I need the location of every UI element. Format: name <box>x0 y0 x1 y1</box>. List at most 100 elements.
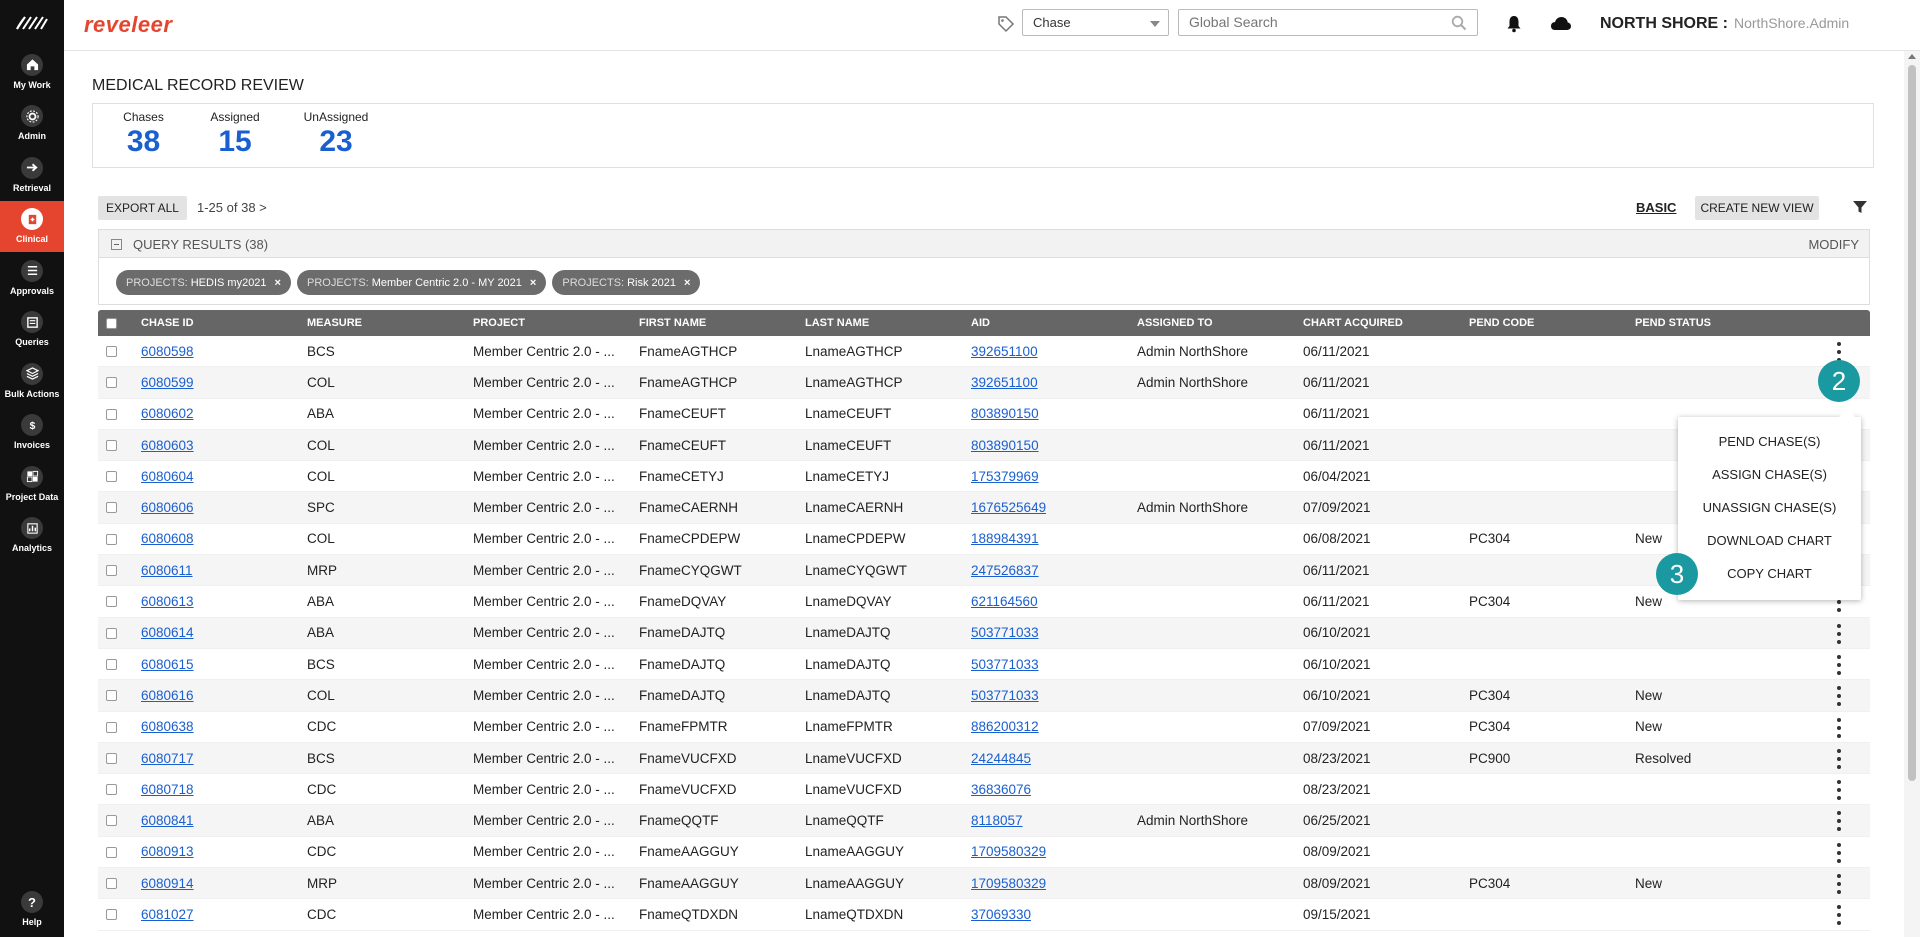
select-all-checkbox[interactable] <box>106 318 117 329</box>
search-icon[interactable] <box>1451 15 1467 31</box>
stat-unassigned[interactable]: UnAssigned 23 <box>301 110 371 159</box>
row-checkbox[interactable] <box>106 815 117 827</box>
modify-query-button[interactable]: MODIFY <box>1808 237 1859 252</box>
cell-aid[interactable]: 1709580329 <box>971 837 1046 867</box>
row-checkbox[interactable] <box>106 377 117 389</box>
chip-remove-icon[interactable]: × <box>530 277 536 289</box>
sidebar-item-invoices[interactable]: $ Invoices <box>0 407 64 459</box>
brand-logo[interactable]: reveleer <box>84 12 172 38</box>
more-actions-icon[interactable] <box>1836 874 1842 895</box>
row-checkbox[interactable] <box>106 878 117 890</box>
bell-icon[interactable] <box>1506 15 1522 33</box>
cell-chase-id[interactable]: 6080598 <box>141 336 194 366</box>
filter-chip[interactable]: PROJECTS: Risk 2021 × <box>552 270 701 295</box>
menu-item-assign-chase-s[interactable]: ASSIGN CHASE(S) <box>1678 458 1861 491</box>
row-checkbox[interactable] <box>106 752 117 764</box>
table-row[interactable]: 6080717 BCS Member Centric 2.0 - ... FnameV… <box>98 742 1870 775</box>
cell-chase-id[interactable]: 6080841 <box>141 805 194 835</box>
table-row[interactable]: 6080913 CDC Member Centric 2.0 - ... FnameA… <box>98 837 1870 869</box>
table-row[interactable]: 6080603 COL Member Centric 2.0 - ... FnameC… <box>98 429 1870 462</box>
global-search-input[interactable] <box>1189 14 1429 30</box>
row-checkbox[interactable] <box>106 346 117 357</box>
table-row[interactable]: 6080611 MRP Member Centric 2.0 - ... FnameC… <box>98 555 1870 587</box>
sidebar-item-project-data[interactable]: Project Data <box>0 458 64 510</box>
column-header-pend-code[interactable]: PEND CODE <box>1469 310 1534 336</box>
row-checkbox[interactable] <box>106 596 117 608</box>
scroll-up-icon[interactable] <box>1908 54 1916 59</box>
filter-icon[interactable] <box>1852 199 1868 215</box>
row-checkbox[interactable] <box>106 471 117 483</box>
menu-item-download-chart[interactable]: DOWNLOAD CHART <box>1678 524 1861 557</box>
cell-chase-id[interactable]: 6080599 <box>141 367 194 397</box>
search-type-select[interactable]: Chase <box>1022 9 1169 36</box>
column-header-chase-id[interactable]: CHASE ID <box>141 310 194 336</box>
cell-chase-id[interactable]: 6080603 <box>141 430 194 460</box>
table-row[interactable]: 6080615 BCS Member Centric 2.0 - ... FnameD… <box>98 649 1870 681</box>
sidebar-item-approvals[interactable]: Approvals <box>0 252 64 304</box>
app-logo-icon[interactable] <box>0 0 64 46</box>
pagination[interactable]: 1-25 of 38 > <box>197 200 267 215</box>
row-checkbox[interactable] <box>106 784 117 796</box>
more-actions-icon[interactable] <box>1836 342 1842 362</box>
table-row[interactable]: 6080718 CDC Member Centric 2.0 - ... FnameV… <box>98 774 1870 806</box>
scroll-thumb[interactable] <box>1908 65 1916 781</box>
cell-chase-id[interactable]: 6081027 <box>141 899 194 929</box>
sidebar-item-queries[interactable]: Queries <box>0 304 64 356</box>
cloud-icon[interactable] <box>1550 15 1572 33</box>
cell-aid[interactable]: 188984391 <box>971 524 1039 554</box>
table-row[interactable]: 6080604 COL Member Centric 2.0 - ... FnameC… <box>98 461 1870 493</box>
export-all-button[interactable]: EXPORT ALL <box>98 196 187 220</box>
row-checkbox[interactable] <box>106 721 117 733</box>
row-checkbox[interactable] <box>106 846 117 858</box>
org-user-label[interactable]: NORTH SHORE : NorthShore.Admin <box>1600 15 1849 33</box>
chip-remove-icon[interactable]: × <box>275 277 281 289</box>
table-row[interactable]: 6080638 CDC Member Centric 2.0 - ... FnameF… <box>98 712 1870 743</box>
row-checkbox[interactable] <box>106 408 117 420</box>
cell-chase-id[interactable]: 6080616 <box>141 680 194 710</box>
column-header-aid[interactable]: AID <box>971 310 990 336</box>
table-row[interactable]: 6081027 CDC Member Centric 2.0 - ... FnameQ… <box>98 899 1870 931</box>
cell-aid[interactable]: 36836076 <box>971 774 1031 804</box>
sidebar-item-clinical[interactable]: Clinical <box>0 200 64 252</box>
column-header-assigned-to[interactable]: ASSIGNED TO <box>1137 310 1213 336</box>
column-header-pend-status[interactable]: PEND STATUS <box>1635 310 1711 336</box>
basic-view-link[interactable]: BASIC <box>1636 200 1676 215</box>
more-actions-icon[interactable] <box>1836 748 1842 769</box>
table-row[interactable]: 6080616 COL Member Centric 2.0 - ... FnameD… <box>98 680 1870 712</box>
vertical-scrollbar[interactable] <box>1904 51 1920 937</box>
more-actions-icon[interactable] <box>1836 842 1842 863</box>
cell-chase-id[interactable]: 6080608 <box>141 524 194 554</box>
table-row[interactable]: 6080613 ABA Member Centric 2.0 - ... FnameD… <box>98 586 1870 618</box>
more-actions-icon[interactable] <box>1836 811 1842 832</box>
more-actions-icon[interactable] <box>1836 717 1842 738</box>
chip-remove-icon[interactable]: × <box>684 277 690 289</box>
column-header-measure[interactable]: MEASURE <box>307 310 362 336</box>
cell-chase-id[interactable]: 6080611 <box>141 555 193 585</box>
sidebar-item-bulk-actions[interactable]: Bulk Actions <box>0 355 64 407</box>
row-checkbox[interactable] <box>106 439 117 451</box>
cell-chase-id[interactable]: 6080717 <box>141 743 194 773</box>
more-actions-icon[interactable] <box>1836 905 1842 926</box>
cell-chase-id[interactable]: 6080606 <box>141 492 194 522</box>
cell-aid[interactable]: 392651100 <box>971 367 1038 397</box>
more-actions-icon[interactable] <box>1836 780 1842 801</box>
cell-aid[interactable]: 8118057 <box>971 805 1023 835</box>
cell-chase-id[interactable]: 6080615 <box>141 649 194 679</box>
cell-aid[interactable]: 175379969 <box>971 461 1039 491</box>
stat-chases[interactable]: Chases 38 <box>121 110 166 159</box>
menu-item-pend-chase-s[interactable]: PEND CHASE(S) <box>1678 425 1861 458</box>
cell-aid[interactable]: 1676525649 <box>971 492 1046 522</box>
sidebar-item-my-work[interactable]: My Work <box>0 46 64 98</box>
sidebar-item-analytics[interactable]: Analytics <box>0 510 64 562</box>
more-actions-icon[interactable] <box>1836 623 1842 644</box>
table-row[interactable]: 6080599 COL Member Centric 2.0 - ... FnameA… <box>98 367 1870 399</box>
cell-aid[interactable]: 392651100 <box>971 336 1038 366</box>
table-row[interactable]: 6080606 SPC Member Centric 2.0 - ... FnameC… <box>98 492 1870 524</box>
table-row[interactable]: 6080914 MRP Member Centric 2.0 - ... FnameA… <box>98 868 1870 900</box>
cell-aid[interactable]: 37069330 <box>971 899 1031 929</box>
cell-aid[interactable]: 803890150 <box>971 430 1039 460</box>
sidebar-item-admin[interactable]: Admin <box>0 98 64 150</box>
table-row[interactable]: 6080602 ABA Member Centric 2.0 - ... FnameC… <box>98 399 1870 430</box>
cell-aid[interactable]: 1709580329 <box>971 868 1046 898</box>
cell-aid[interactable]: 503771033 <box>971 680 1039 710</box>
